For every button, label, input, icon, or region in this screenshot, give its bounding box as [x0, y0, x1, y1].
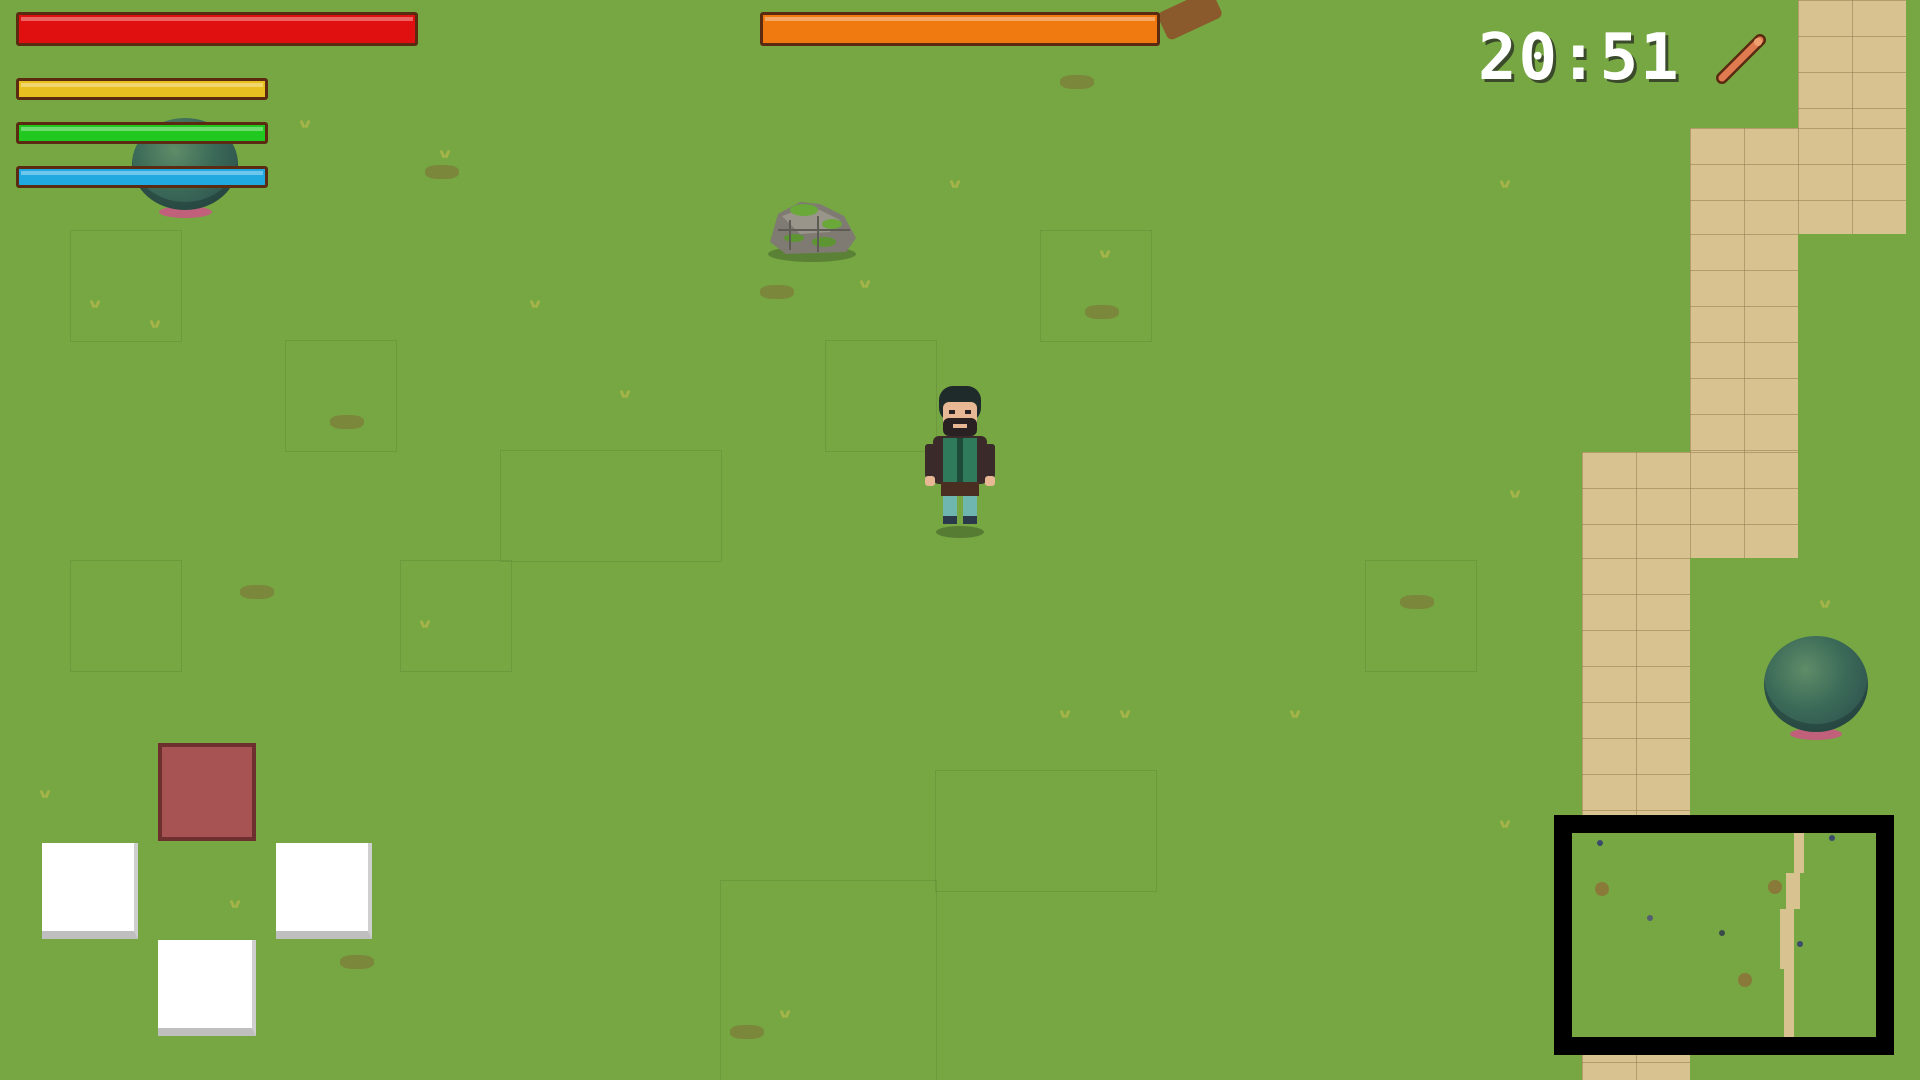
grass-tuft — [950, 180, 960, 188]
grass-tuft — [1290, 710, 1300, 718]
log[interactable] — [1156, 0, 1224, 42]
stone-path — [1690, 234, 1798, 452]
dpad-left-button[interactable] — [42, 843, 138, 939]
dirt-patch — [760, 285, 794, 299]
grass-tile — [400, 560, 512, 672]
minimap[interactable] — [1554, 815, 1894, 1055]
dirt-patch — [1400, 595, 1434, 609]
bar-highlight — [765, 17, 1155, 21]
grass-tile — [70, 230, 182, 342]
stone-path — [1582, 452, 1798, 558]
bush[interactable] — [1764, 636, 1868, 740]
dpad-right-button[interactable] — [276, 843, 372, 939]
dpad-up-button[interactable] — [158, 743, 256, 841]
dirt-patch — [330, 415, 364, 429]
grass-tuft — [1100, 250, 1110, 258]
grass-tuft — [150, 320, 160, 328]
grass-tile — [70, 560, 182, 672]
pencil-icon[interactable] — [1712, 30, 1772, 90]
grass-tuft — [420, 620, 430, 628]
grass-tuft — [620, 390, 630, 398]
grass-tile — [1365, 560, 1477, 672]
dirt-patch — [1060, 75, 1094, 89]
mossy-rock[interactable] — [760, 180, 864, 264]
player-character — [925, 386, 995, 538]
dirt-patch — [730, 1025, 764, 1039]
dirt-patch — [340, 955, 374, 969]
mana-bar — [16, 166, 268, 188]
grass-tuft — [1500, 820, 1510, 828]
health-bar — [16, 12, 418, 46]
energy-bar — [16, 122, 268, 144]
grass-tile — [1040, 230, 1152, 342]
dirt-patch — [425, 165, 459, 179]
bar-highlight — [21, 127, 263, 131]
minimap-view — [1595, 833, 1835, 1037]
grass-tuft — [40, 790, 50, 798]
grass-tuft — [1510, 490, 1520, 498]
grass-tuft — [300, 120, 310, 128]
grass-tuft — [1820, 600, 1830, 608]
dirt-patch — [240, 585, 274, 599]
game-clock: 20:51 — [1478, 21, 1681, 95]
grass-tuft — [1120, 710, 1130, 718]
grass-tuft — [90, 300, 100, 308]
grass-tuft — [1060, 710, 1070, 718]
stone-path — [1690, 128, 1906, 234]
grass-tuft — [860, 280, 870, 288]
stone-path — [1798, 0, 1906, 128]
grass-tuft — [1500, 180, 1510, 188]
grass-tuft — [440, 150, 450, 158]
grass-tuft — [230, 900, 240, 908]
dpad-down-button[interactable] — [158, 940, 256, 1036]
grass-tile — [500, 450, 722, 562]
boss-health-bar — [760, 12, 1160, 46]
grass-tile — [935, 770, 1157, 892]
stamina-bar — [16, 78, 268, 100]
bar-highlight — [21, 17, 413, 21]
grass-tile — [285, 340, 397, 452]
grass-tile — [720, 880, 937, 1080]
dirt-patch — [1085, 305, 1119, 319]
bar-highlight — [21, 83, 263, 87]
bar-highlight — [21, 171, 263, 175]
grass-tuft — [530, 300, 540, 308]
grass-tuft — [780, 1010, 790, 1018]
